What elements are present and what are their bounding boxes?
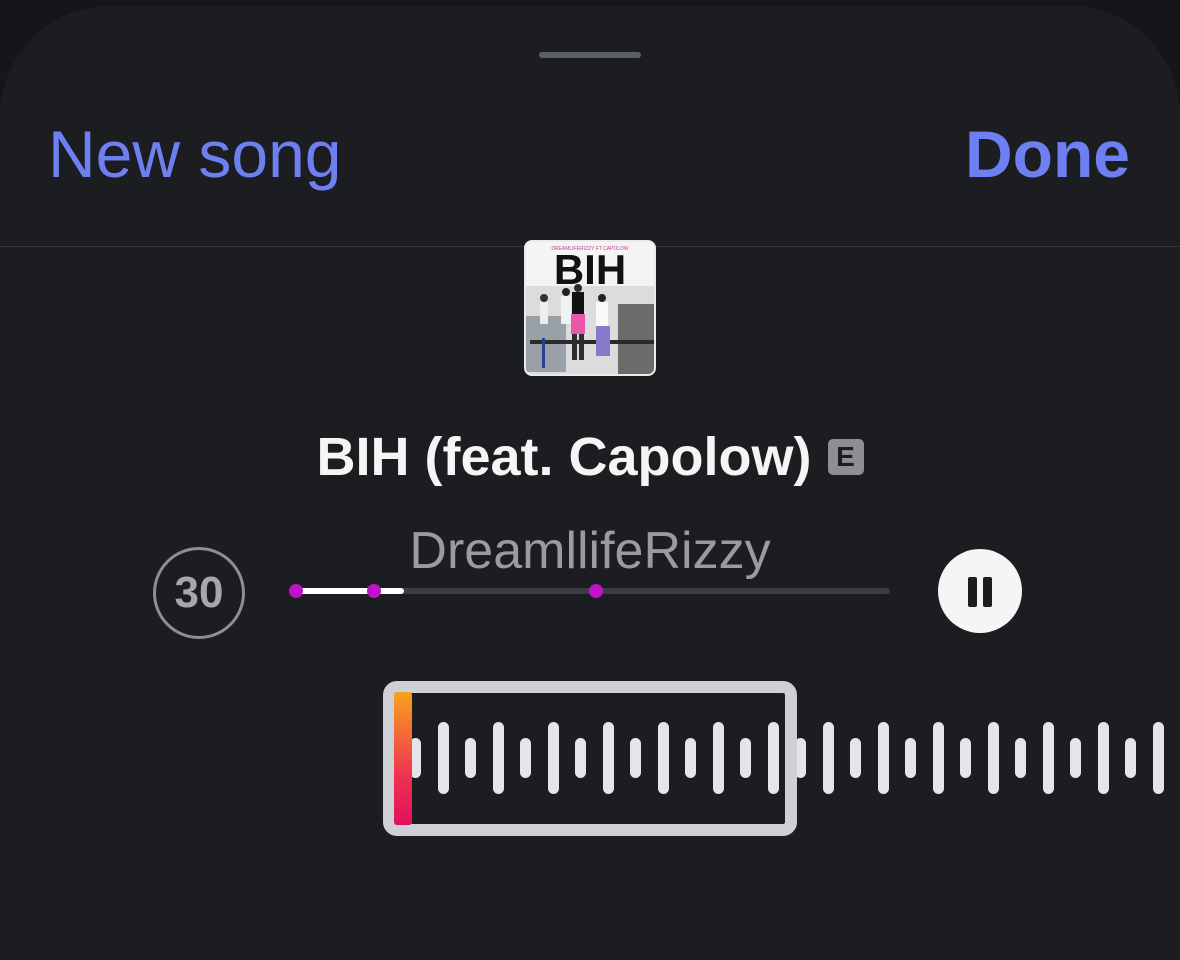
skip-30-button[interactable]: 30 — [153, 547, 245, 639]
song-title: BIH (feat. Capolow) — [316, 427, 812, 487]
waveform-bar — [1097, 722, 1109, 794]
playhead-handle[interactable] — [394, 692, 412, 825]
pause-icon-bar-left — [968, 577, 977, 607]
waveform-bar — [1015, 738, 1026, 778]
waveform-bar — [905, 738, 916, 778]
pause-icon-bar-right — [983, 577, 992, 607]
progress-marker — [289, 584, 303, 598]
waveform-bar — [932, 722, 944, 794]
song-title-row: BIH (feat. Capolow) E — [0, 422, 1180, 492]
done-button[interactable]: Done — [965, 114, 1130, 194]
waveform-bar — [850, 738, 861, 778]
waveform-bar — [877, 722, 889, 794]
waveform-bar — [1125, 738, 1136, 778]
sheet-grabber[interactable] — [539, 52, 641, 58]
clip-selection-frame[interactable] — [383, 681, 797, 836]
waveform-bar — [1152, 722, 1164, 794]
new-song-button[interactable]: New song — [48, 114, 342, 194]
artwork-title: BIH — [554, 246, 626, 293]
progress-marker — [367, 584, 381, 598]
explicit-badge: E — [827, 439, 864, 475]
album-artwork-image: DREAMLIFERIZZY FT CAPOLOW BIH — [526, 242, 654, 374]
album-artwork: DREAMLIFERIZZY FT CAPOLOW BIH — [524, 240, 656, 376]
waveform-bar — [822, 722, 834, 794]
progress-slider[interactable] — [289, 584, 890, 598]
waveform-bar — [1042, 722, 1054, 794]
pause-button[interactable] — [938, 549, 1022, 633]
progress-marker — [589, 584, 603, 598]
waveform-bar — [987, 722, 999, 794]
waveform-bar — [1070, 738, 1081, 778]
waveform-bar — [960, 738, 971, 778]
progress-fill — [290, 588, 404, 594]
